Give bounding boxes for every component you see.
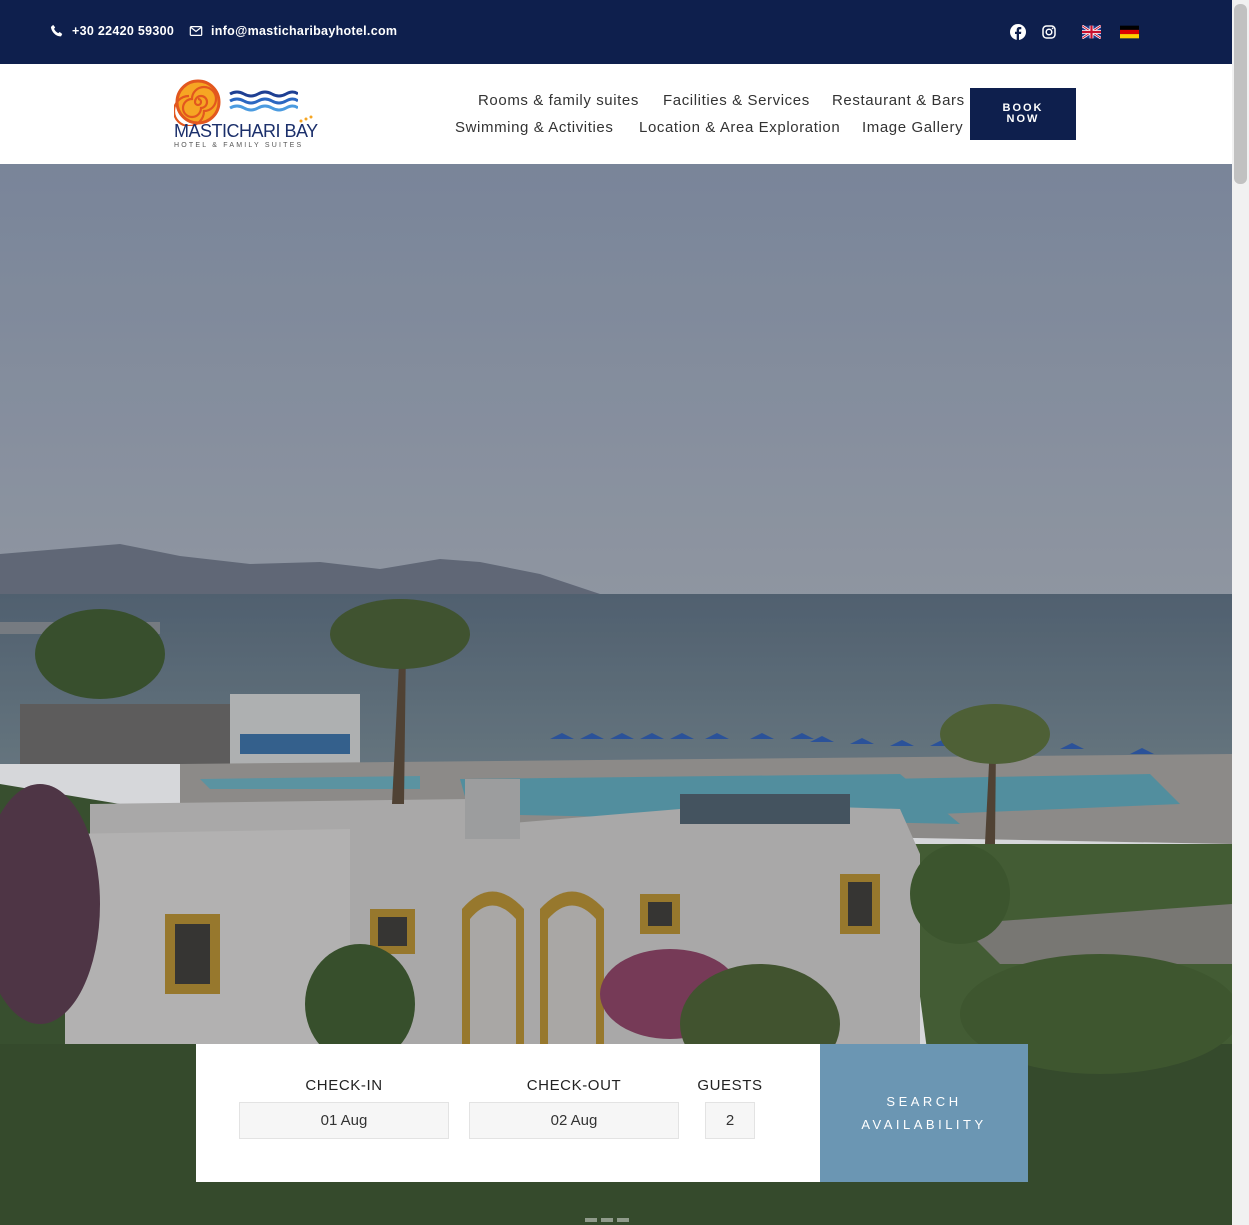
checkout-label: CHECK-OUT [526, 1077, 622, 1094]
guests-label: GUESTS [697, 1077, 763, 1094]
facebook-icon[interactable] [1010, 24, 1026, 40]
email-link[interactable]: info@masticharibayhotel.com [189, 24, 397, 38]
instagram-icon[interactable] [1041, 24, 1057, 40]
waves-icon [229, 90, 298, 112]
slider-dot[interactable] [585, 1218, 597, 1222]
english-flag-icon[interactable] [1082, 25, 1101, 39]
slider-dot[interactable] [601, 1218, 613, 1222]
checkin-label: CHECK-IN [305, 1077, 383, 1094]
scrollbar-thumb[interactable] [1234, 4, 1247, 184]
slider-dot[interactable] [617, 1218, 629, 1222]
search-line1: SEARCH [886, 1094, 962, 1109]
logo-title: MASTICHARI BAY [174, 121, 318, 141]
phone-number: +30 22420 59300 [72, 24, 175, 38]
nav-rooms-family-suites[interactable]: Rooms & family suites [478, 92, 639, 109]
main-header: MASTICHARI BAY HOTEL & FAMILY SUITES Roo… [0, 64, 1232, 164]
phone-icon [50, 24, 63, 37]
booking-widget: CHECK-IN 01 Aug CHECK-OUT 02 Aug GUESTS … [196, 1044, 820, 1182]
nav-swimming-activities[interactable]: Swimming & Activities [455, 119, 613, 136]
email-address: info@masticharibayhotel.com [211, 24, 398, 38]
nav-location-area-exploration[interactable]: Location & Area Exploration [639, 119, 840, 136]
search-line2: AVAILABILITY [861, 1117, 987, 1132]
nav-facilities-services[interactable]: Facilities & Services [663, 92, 810, 109]
spiral-sun-icon [174, 79, 221, 126]
phone-link[interactable]: +30 22420 59300 [50, 24, 174, 38]
guests-field[interactable]: 2 [705, 1102, 755, 1139]
search-availability-button[interactable]: SEARCH AVAILABILITY [820, 1044, 1028, 1182]
nav-restaurant-bars[interactable]: Restaurant & Bars [832, 92, 965, 109]
book-now-button[interactable]: BOOK NOW [970, 88, 1076, 140]
slider-pagination [585, 1218, 629, 1222]
checkin-date-field[interactable]: 01 Aug [239, 1102, 449, 1139]
logo-subtitle: HOTEL & FAMILY SUITES [174, 142, 304, 149]
checkout-date-field[interactable]: 02 Aug [469, 1102, 679, 1139]
top-bar: +30 22420 59300 info@masticharibayhotel.… [0, 0, 1232, 64]
hotel-logo[interactable]: MASTICHARI BAY HOTEL & FAMILY SUITES [172, 78, 318, 153]
book-now-line2: NOW [1006, 113, 1040, 125]
german-flag-icon[interactable] [1120, 25, 1139, 39]
nav-image-gallery[interactable]: Image Gallery [862, 119, 963, 136]
envelope-icon [189, 26, 203, 36]
